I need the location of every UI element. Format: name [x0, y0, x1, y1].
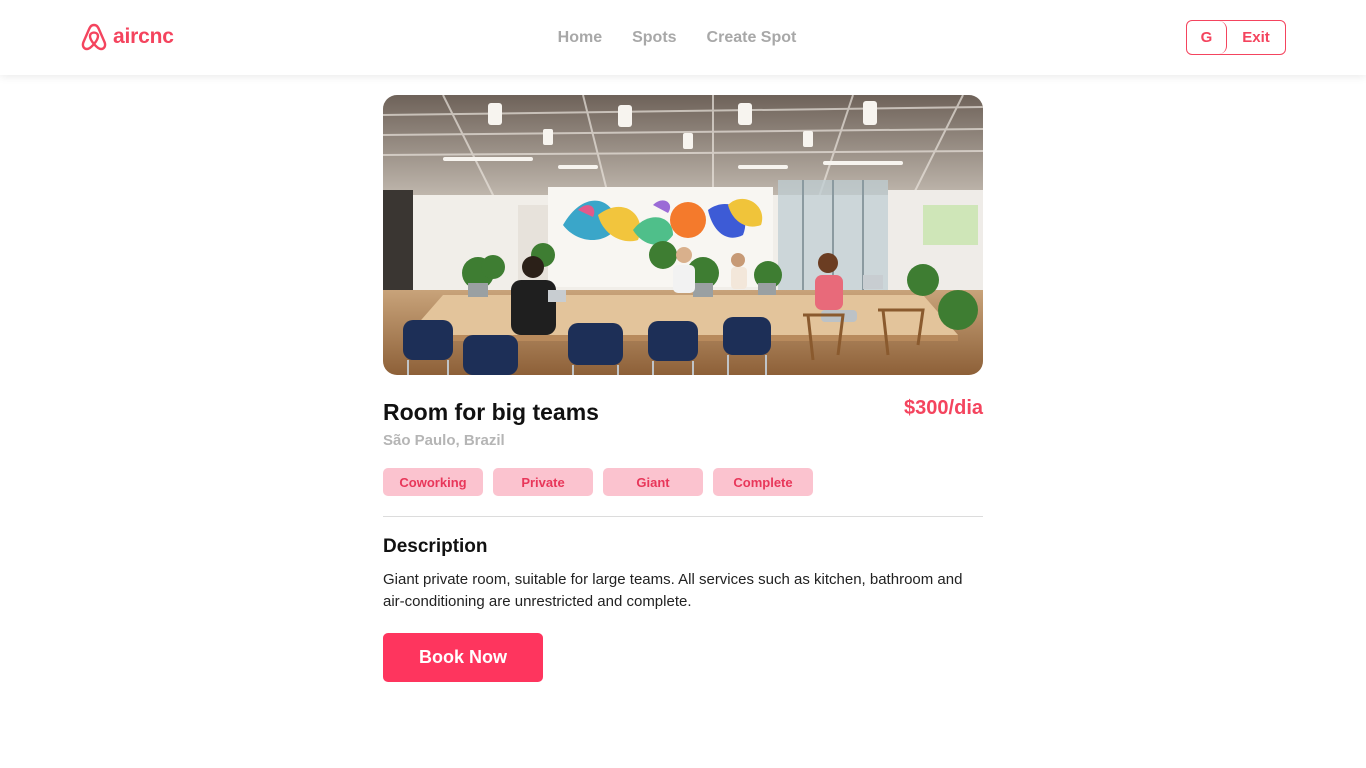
- top-navbar: aircnc Home Spots Create Spot G Exit: [0, 0, 1366, 75]
- nav-create-spot-link[interactable]: Create Spot: [707, 29, 797, 47]
- spot-tags: Coworking Private Giant Complete: [383, 468, 983, 496]
- book-now-button[interactable]: Book Now: [383, 633, 543, 682]
- user-avatar[interactable]: G: [1187, 21, 1227, 54]
- tag-private: Private: [493, 468, 593, 496]
- exit-button[interactable]: Exit: [1227, 21, 1285, 54]
- spot-header: Room for big teams $300/dia São Paulo, B…: [383, 397, 983, 449]
- brand-name: aircnc: [113, 25, 174, 48]
- description-heading: Description: [383, 536, 488, 557]
- airbnb-logo-icon: [81, 23, 107, 51]
- brand-logo[interactable]: aircnc: [80, 22, 174, 52]
- tag-giant: Giant: [603, 468, 703, 496]
- nav-spots-link[interactable]: Spots: [632, 29, 676, 47]
- tag-complete: Complete: [713, 468, 813, 496]
- nav-home-link[interactable]: Home: [558, 29, 602, 47]
- section-divider: [383, 516, 983, 517]
- spot-location: São Paulo, Brazil: [383, 432, 505, 449]
- spot-title: Room for big teams: [383, 399, 599, 425]
- tag-coworking: Coworking: [383, 468, 483, 496]
- main-nav: Home Spots Create Spot: [0, 0, 1366, 75]
- spot-price: $300/dia: [904, 397, 983, 419]
- coworking-room-illustration: [383, 95, 983, 375]
- spot-photo: [383, 95, 983, 375]
- user-menu: G Exit: [1186, 20, 1286, 55]
- spot-detail: Room for big teams $300/dia São Paulo, B…: [383, 95, 983, 682]
- description-text: Giant private room, suitable for large t…: [383, 571, 963, 610]
